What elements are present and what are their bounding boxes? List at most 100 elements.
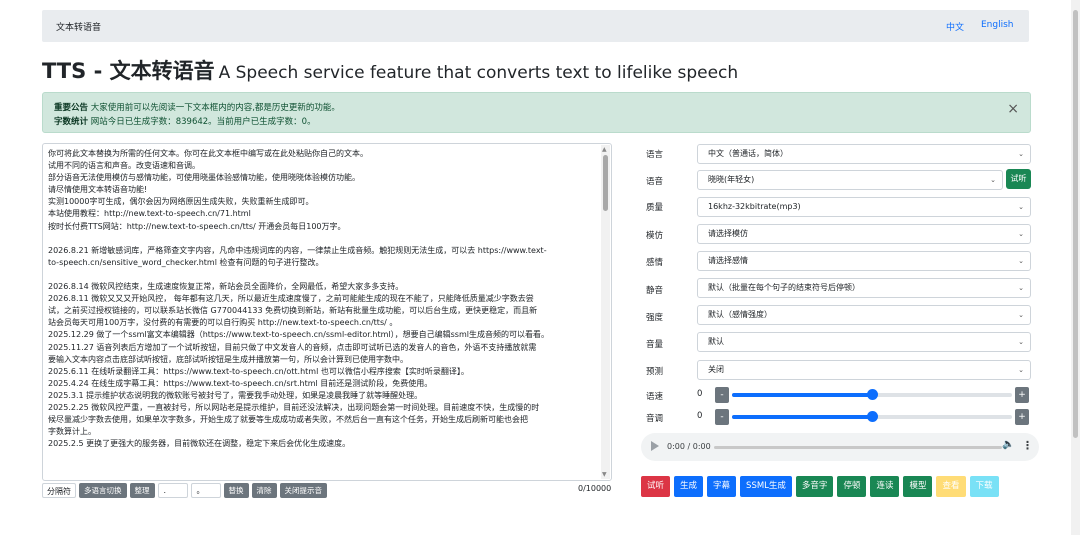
polyphone-button[interactable]: 多音字 [795,476,834,497]
text-line: 试，之前买过授权链接的，可以联系站长微信 G770044133 免费切换到新站，… [48,306,538,316]
liaison-button[interactable]: 连读 [870,476,900,497]
preview-select[interactable]: 关闭 ⌄ [697,360,1031,380]
text-line: 实测10000字可生成，偶尔会因为网络原因生成失败，失败重新生成即可。 [48,197,314,207]
pitch-slider[interactable] [732,411,1012,422]
organize-button[interactable]: 整理 [129,483,155,498]
rate-minus-button[interactable]: - [715,387,729,403]
emotion-label: 感情 [646,258,664,268]
chevron-down-icon: ⌄ [1018,338,1024,346]
find-input[interactable]: . [157,483,188,498]
volume-select[interactable]: 默认 ⌄ [697,332,1031,352]
listen-button[interactable]: 试听 [641,476,671,497]
page-title-sub: A Speech service feature that converts t… [218,63,739,83]
intensity-select[interactable]: 默认（感情强度） ⌄ [697,305,1031,325]
text-line: 部分语音无法使用模仿与感情功能，可使用晓墨体验感情功能，使用晓晓体验模仿功能。 [48,173,360,183]
page-title: TTS - 文本转语音 A Speech service feature that… [42,55,738,85]
text-line: 2025.11.27 语音列表后方增加了一个试听按钮，目前只做了中文发音人的音频… [48,342,537,352]
rate-slider-row: 0 - + [697,386,1031,404]
notice-alert: 重要公告 大家使用前可以先阅读一下文本框内的内容,都是历史更新的功能。 字数统计… [42,92,1031,133]
scroll-thumb[interactable] [603,155,608,211]
text-line: 你可将此文本替换为所需的任何文本。你可在此文本框中编写或在此处粘贴你自己的文本。 [48,149,368,158]
replace-button[interactable]: 替换 [223,483,249,498]
pitch-plus-button[interactable]: + [1015,409,1029,425]
notice-line: 重要公告 大家使用前可以先阅读一下文本框内的内容,都是历史更新的功能。 [54,101,340,113]
ssml-generate-button[interactable]: SSML生成 [740,476,792,497]
generate-button[interactable]: 生成 [674,476,704,497]
subtitle-button[interactable]: 字幕 [707,476,737,497]
replace-input[interactable]: 。 [190,483,221,498]
play-icon[interactable] [651,441,659,451]
audio-progress[interactable] [714,446,1002,449]
brand-link[interactable]: 文本转语音 [56,20,101,33]
text-line: 2026.8.11 微软又又又开始风控， 每年都有这几天，所以最近生成速度慢了，… [48,294,534,304]
more-options-icon[interactable]: ⋮ [1022,439,1033,452]
text-line: 2025.6.11 在线听录翻译工具：https://www.text-to-s… [48,366,469,376]
emotion-select[interactable]: 请选择感情 ⌄ [697,251,1031,271]
text-line: to-speech.cn/sensitive_word_checker.html… [48,257,324,267]
text-content[interactable]: 你可将此文本替换为所需的任何文本。你可在此文本框中编写或在此处粘贴你自己的文本。… [48,148,598,450]
text-line: 按时长付费TTS网站：http://new.text-to-speech.cn/… [48,221,346,231]
clear-button[interactable]: 清除 [251,483,277,498]
silence-select[interactable]: 默认（批量在每个句子的结束符号后停顿） ⌄ [697,278,1031,298]
pitch-label: 音调 [646,414,664,424]
text-line: 2025.2.25 微软风控严重，一直被封号，所以网站老是提示维护，目前还没法解… [48,402,540,412]
view-button[interactable]: 查看 [936,476,966,497]
rate-slider[interactable] [732,389,1012,400]
voice-try-button[interactable]: 试听 [1006,169,1031,189]
text-line: 站会员每天可用100万字，没付费的有需要的可以自行购买 http://new.t… [48,318,398,328]
text-line: 2025.3.1 提示维护状态说明我的微软账号被封号了，需要我手动处理，如果是凌… [48,390,423,400]
download-button[interactable]: 下载 [969,476,999,497]
stats-line: 字数统计 网站今日已生成字数：839642。当前用户已生成字数：0。 [54,115,316,127]
text-line [48,233,598,245]
text-line: 字数算计上。 [48,427,96,437]
intensity-label: 强度 [646,313,664,323]
lang-en-link[interactable]: English [981,20,1014,30]
rate-label: 语速 [646,392,664,402]
rate-plus-button[interactable]: + [1015,387,1029,403]
language-label: 语言 [646,150,664,160]
text-line [48,269,598,281]
close-tip-sound-button[interactable]: 关闭提示音 [279,483,327,498]
page-title-main: TTS - 文本转语音 [42,59,215,83]
page-scroll-thumb[interactable] [1073,10,1078,438]
pause-button[interactable]: 停顿 [837,476,867,497]
voice-select[interactable]: 晓晓(年轻女) ⌄ [697,170,1003,190]
stats-text: 网站今日已生成字数：839642。当前用户已生成字数：0。 [90,117,316,127]
lang-zh-link[interactable]: 中文 [946,20,964,33]
close-icon[interactable]: × [1007,101,1019,117]
notice-text: 大家使用前可以先阅读一下文本框内的内容,都是历史更新的功能。 [90,103,340,113]
silence-label: 静音 [646,286,664,296]
language-select[interactable]: 中文（普通话，简体） ⌄ [697,144,1031,164]
text-line: 候尽量减少字数去使用，如果单次字数多，开始生成了就要等生成成功或者失败，不然后台… [48,415,528,425]
rate-slider-knob[interactable] [867,389,878,400]
pitch-value: 0 [697,411,703,421]
text-line: 2025.4.24 在线生成字幕工具：https://www.text-to-s… [48,378,433,388]
audio-time: 0:00 / 0:00 [667,442,711,451]
scroll-up-icon[interactable]: ▲ [602,146,607,153]
imitate-label: 模仿 [646,231,664,241]
text-input-area[interactable]: 你可将此文本替换为所需的任何文本。你可在此文本框中编写或在此处粘贴你自己的文本。… [42,143,612,481]
imitate-select[interactable]: 请选择模仿 ⌄ [697,224,1031,244]
text-line: 2026.8.14 微软风控结束，生成速度恢复正常，新站会员全面降价，全网最低，… [48,282,404,292]
text-line: 要输入文本内容点击底部试听按钮，底部试听按钮是生成并播放第一句，所以会计算到已使… [48,354,408,364]
text-line: 试用不同的语言和声音。改变语速和音调。 [48,161,200,171]
pitch-slider-knob[interactable] [867,411,878,422]
rate-value: 0 [697,389,703,399]
quality-select[interactable]: 16khz-32kbitrate(mp3) ⌄ [697,197,1031,217]
action-buttons: 试听 生成 字幕 SSML生成 多音字 停顿 连读 模型 查看 下载 [641,476,999,497]
chevron-down-icon: ⌄ [1018,230,1024,238]
multi-lang-button[interactable]: 多语言切换 [79,483,127,498]
volume-icon[interactable]: 🔈 [1002,439,1014,450]
voice-label: 语音 [646,177,664,187]
scroll-down-icon[interactable]: ▼ [602,471,607,478]
quality-label: 质量 [646,203,664,213]
pitch-slider-row: 0 - + [697,408,1031,426]
volume-label: 音量 [646,340,664,350]
preview-label: 预测 [646,367,664,377]
model-button[interactable]: 模型 [903,476,933,497]
page-scrollbar[interactable] [1071,0,1080,535]
pitch-minus-button[interactable]: - [715,409,729,425]
textarea-scrollbar[interactable]: ▲ ▼ [601,145,610,479]
chevron-down-icon: ⌄ [1018,366,1024,374]
stats-label: 字数统计 [54,117,89,127]
